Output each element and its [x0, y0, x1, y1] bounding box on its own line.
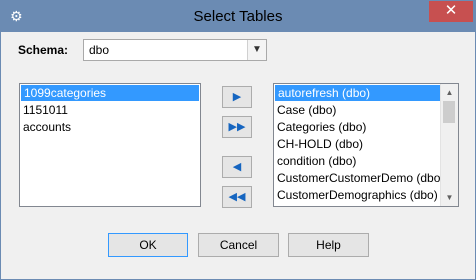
available-tables-list[interactable]: 1099categories 1151011 accounts	[19, 83, 201, 207]
list-item[interactable]: CustomerDemographics (dbo)	[274, 187, 442, 204]
list-item[interactable]: Categories (dbo)	[274, 119, 442, 136]
list-item[interactable]: condition (dbo)	[274, 153, 442, 170]
scroll-thumb[interactable]	[443, 101, 455, 123]
list-item[interactable]: 1099categories	[21, 85, 199, 101]
schema-label: Schema:	[18, 43, 69, 57]
list-item[interactable]: 1151011	[20, 102, 200, 119]
ok-button[interactable]: OK	[108, 233, 188, 257]
list-item[interactable]: autorefresh (dbo)	[275, 85, 441, 101]
chevron-down-icon[interactable]: ▼	[247, 40, 266, 60]
dialog-body: Schema: dbo ▼ 1099categories 1151011 acc…	[8, 32, 468, 274]
list-item[interactable]: Case (dbo)	[274, 102, 442, 119]
list-item[interactable]: CH-HOLD (dbo)	[274, 136, 442, 153]
schema-dropdown[interactable]: dbo ▼	[83, 39, 267, 61]
add-selected-button[interactable]: ▶	[222, 86, 252, 108]
add-all-button[interactable]: ▶▶	[222, 116, 252, 138]
vertical-scrollbar[interactable]: ▲ ▼	[440, 84, 458, 206]
close-button[interactable]: ✕	[429, 1, 473, 22]
title-bar[interactable]: ⚙ Select Tables ✕	[1, 1, 475, 32]
dialog-title: Select Tables	[193, 8, 283, 25]
cancel-button[interactable]: Cancel	[198, 233, 279, 257]
schema-value: dbo	[89, 43, 110, 57]
select-tables-dialog: ⚙ Select Tables ✕ Schema: dbo ▼ 1099cate…	[0, 0, 476, 280]
scroll-down-icon[interactable]: ▼	[441, 189, 458, 206]
list-item[interactable]: CustomerCustomerDemo (dbo)	[274, 170, 444, 187]
help-button[interactable]: Help	[288, 233, 369, 257]
list-item[interactable]: accounts	[20, 119, 200, 136]
remove-all-button[interactable]: ◀◀	[222, 186, 252, 208]
remove-selected-button[interactable]: ◀	[222, 156, 252, 178]
selected-tables-list[interactable]: autorefresh (dbo) Case (dbo) Categories …	[273, 83, 459, 207]
scroll-up-icon[interactable]: ▲	[441, 84, 458, 101]
